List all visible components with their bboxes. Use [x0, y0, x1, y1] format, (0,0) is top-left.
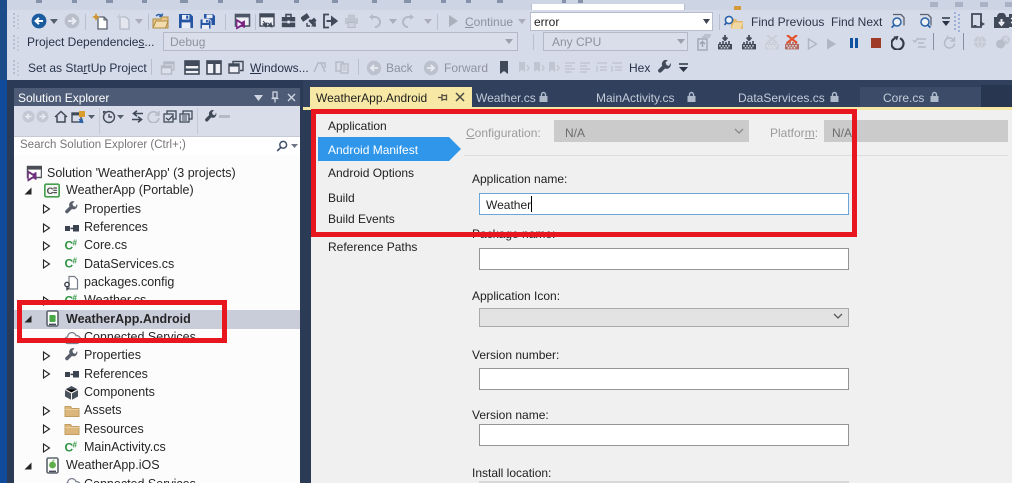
svg-text:C: C [47, 186, 54, 197]
svg-text:#: # [73, 257, 78, 266]
svg-text:#: # [73, 238, 78, 247]
svg-text:#: # [73, 440, 78, 449]
